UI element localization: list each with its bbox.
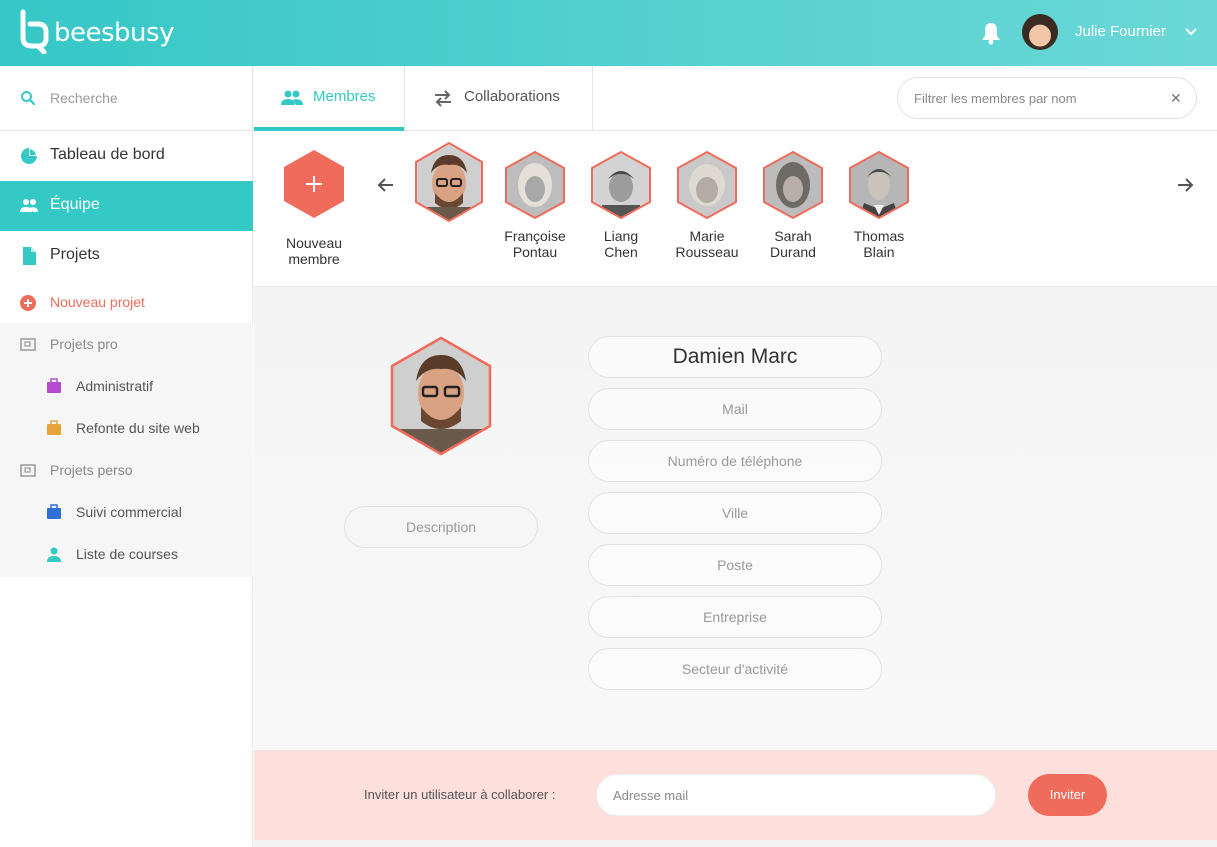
invite-label: Inviter un utilisateur à collaborer : xyxy=(364,787,556,802)
mail-field[interactable]: Mail xyxy=(588,388,882,430)
sidebar-item-dashboard[interactable]: Tableau de bord xyxy=(0,131,253,181)
person-icon xyxy=(47,547,61,562)
invite-button[interactable]: Inviter xyxy=(1028,774,1107,816)
new-member-line2: membre xyxy=(288,251,340,267)
tab-divider xyxy=(592,66,593,130)
member-avatar xyxy=(763,150,823,220)
group-projets-perso[interactable]: Projets perso xyxy=(0,449,253,491)
search-input[interactable]: Recherche xyxy=(50,90,118,106)
member-last-name: Pontau xyxy=(512,244,558,260)
phone-field[interactable]: Numéro de téléphone xyxy=(588,440,882,482)
industry-field[interactable]: Secteur d'activité xyxy=(588,648,882,690)
swap-arrows-icon xyxy=(435,90,451,107)
project-label: Refonte du site web xyxy=(76,420,200,436)
arrow-left-icon[interactable] xyxy=(376,175,396,195)
folder-icon xyxy=(20,338,36,351)
filter-placeholder: Filtrer les membres par nom xyxy=(914,91,1077,106)
plus-circle-icon xyxy=(20,295,36,311)
briefcase-icon xyxy=(47,378,61,393)
member-thomas-blain[interactable]: Thomas Blain xyxy=(844,131,914,260)
member-sarah-durand[interactable]: Sarah Durand xyxy=(758,131,828,260)
new-member-button[interactable]: Nouveau membre xyxy=(280,131,348,267)
project-label: Administratif xyxy=(76,378,154,394)
sidebar: Recherche Tableau de bord Équipe Projets… xyxy=(0,66,253,847)
clear-filter-icon[interactable]: ✕ xyxy=(1170,90,1182,107)
member-avatar xyxy=(849,150,909,220)
project-label: Liste de courses xyxy=(76,546,178,562)
chevron-down-icon[interactable] xyxy=(1184,25,1198,39)
project-label: Suivi commercial xyxy=(76,504,182,520)
dashboard-pie-icon xyxy=(21,148,37,164)
tab-collaborations-label: Collaborations xyxy=(464,88,560,105)
tab-members-label: Membres xyxy=(313,88,376,105)
user-name[interactable]: Julie Fournier xyxy=(1075,23,1166,40)
position-field[interactable]: Poste xyxy=(588,544,882,586)
group-label: Projets perso xyxy=(50,462,133,478)
beesbusy-logo-icon xyxy=(20,9,49,54)
company-field[interactable]: Entreprise xyxy=(588,596,882,638)
bottom-strip xyxy=(254,840,1217,847)
briefcase-icon xyxy=(47,504,61,519)
new-project-label: Nouveau projet xyxy=(50,294,145,310)
group-projets-pro[interactable]: Projets pro xyxy=(0,323,253,365)
project-list: Projets pro Administratif Refonte du sit… xyxy=(0,323,253,577)
user-avatar[interactable] xyxy=(1022,14,1058,50)
tab-members[interactable]: Membres xyxy=(254,66,404,131)
folder-icon xyxy=(20,464,36,477)
project-liste-courses[interactable]: Liste de courses xyxy=(0,533,253,575)
member-francoise-pontau[interactable]: Françoise Pontau xyxy=(500,131,570,260)
member-filter-input[interactable]: Filtrer les membres par nom ✕ xyxy=(897,77,1197,119)
member-marie-rousseau[interactable]: Marie Rousseau xyxy=(672,131,742,260)
document-icon xyxy=(23,247,36,265)
team-icon xyxy=(20,199,38,212)
description-field[interactable]: Description xyxy=(344,506,538,548)
sidebar-item-label: Projets xyxy=(50,246,100,263)
member-profile-photo[interactable] xyxy=(388,335,494,457)
member-damien-marc[interactable] xyxy=(410,131,488,234)
member-last-name: Chen xyxy=(604,244,638,260)
top-bar: beesbusy Julie Fournier xyxy=(0,0,1217,66)
project-suivi-commercial[interactable]: Suivi commercial xyxy=(0,491,253,533)
member-avatar xyxy=(677,150,737,220)
members-strip: Nouveau membre Françoise Pontau Liang Ch… xyxy=(254,131,1217,287)
tab-collaborations[interactable]: Collaborations xyxy=(405,66,592,131)
sidebar-item-team[interactable]: Équipe xyxy=(0,181,253,231)
member-first-name: Thomas xyxy=(853,228,905,244)
logo[interactable]: beesbusy xyxy=(18,8,174,54)
bell-icon[interactable] xyxy=(980,21,1002,45)
project-administratif[interactable]: Administratif xyxy=(0,365,253,407)
new-member-line1: Nouveau xyxy=(285,235,343,251)
member-first-name: Sarah xyxy=(774,228,812,244)
tabs-bar: Membres Collaborations Filtrer les membr… xyxy=(254,66,1217,131)
sidebar-search[interactable]: Recherche xyxy=(0,66,252,131)
sidebar-item-projects[interactable]: Projets xyxy=(0,231,253,281)
group-label: Projets pro xyxy=(50,336,118,352)
briefcase-icon xyxy=(47,420,61,435)
arrow-right-icon[interactable] xyxy=(1175,175,1195,195)
member-avatar xyxy=(415,141,483,223)
member-avatar xyxy=(505,150,565,220)
team-icon xyxy=(281,90,303,105)
member-first-name: Liang xyxy=(603,228,639,244)
brand-name: beesbusy xyxy=(54,18,174,48)
invite-bar: Inviter un utilisateur à collaborer : Ad… xyxy=(254,750,1217,840)
new-project-button[interactable]: Nouveau projet xyxy=(0,281,253,323)
project-refonte[interactable]: Refonte du site web xyxy=(0,407,253,449)
city-field[interactable]: Ville xyxy=(588,492,882,534)
member-name-field[interactable]: Damien Marc xyxy=(588,336,882,378)
member-detail-panel: Description Damien Marc Mail Numéro de t… xyxy=(254,287,1217,750)
member-first-name: Françoise xyxy=(504,228,566,244)
member-last-name: Durand xyxy=(770,244,816,260)
member-last-name: Blain xyxy=(863,244,895,260)
sidebar-item-label: Tableau de bord xyxy=(50,146,165,163)
add-member-icon xyxy=(284,150,344,218)
search-icon xyxy=(21,91,36,106)
member-first-name: Marie xyxy=(689,228,725,244)
member-avatar xyxy=(591,150,651,220)
member-liang-chen[interactable]: Liang Chen xyxy=(586,131,656,260)
invite-email-placeholder: Adresse mail xyxy=(613,788,689,803)
invite-email-input[interactable]: Adresse mail xyxy=(596,774,996,816)
member-last-name: Rousseau xyxy=(675,244,739,260)
sidebar-item-label: Équipe xyxy=(50,196,100,213)
